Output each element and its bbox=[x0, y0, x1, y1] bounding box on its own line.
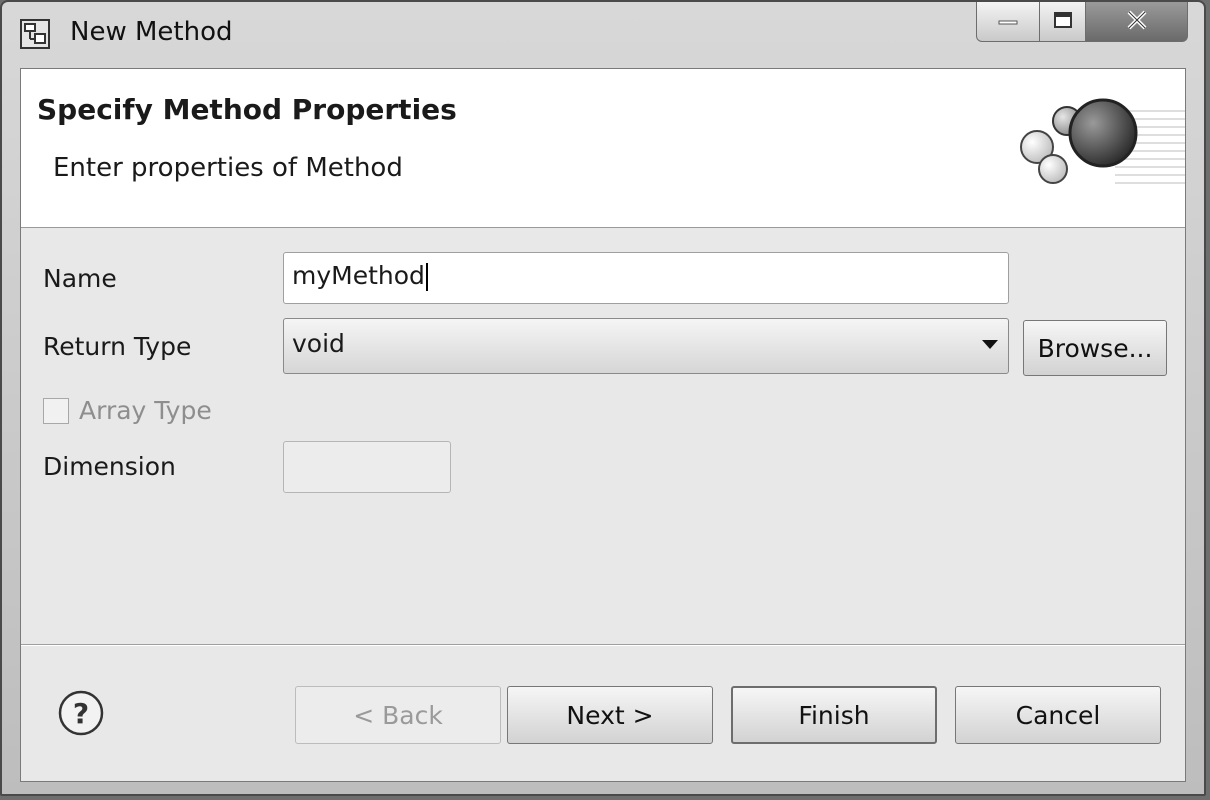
name-input[interactable]: myMethod bbox=[283, 252, 1009, 304]
minimize-icon bbox=[997, 12, 1019, 31]
text-caret bbox=[425, 263, 428, 291]
title-bar[interactable]: New Method bbox=[2, 2, 1204, 68]
footer-separator bbox=[21, 644, 1185, 646]
dialog-content: Specify Method Properties Enter properti… bbox=[20, 68, 1186, 782]
window-title: New Method bbox=[70, 17, 233, 47]
return-type-label: Return Type bbox=[43, 332, 192, 361]
name-label: Name bbox=[43, 264, 117, 293]
back-button[interactable]: < Back bbox=[295, 686, 501, 744]
name-input-value: myMethod bbox=[292, 261, 425, 290]
spheres-wizard-icon bbox=[1015, 91, 1185, 201]
window-controls bbox=[976, 2, 1188, 42]
maximize-button[interactable] bbox=[1040, 2, 1086, 42]
banner-title: Specify Method Properties bbox=[37, 93, 457, 126]
help-icon[interactable]: ? bbox=[57, 689, 105, 737]
return-type-value: void bbox=[292, 329, 345, 358]
close-button[interactable] bbox=[1086, 2, 1188, 42]
finish-button[interactable]: Finish bbox=[731, 686, 937, 744]
array-type-label: Array Type bbox=[79, 396, 212, 425]
return-type-combo[interactable]: void bbox=[283, 318, 1009, 374]
banner-subtitle: Enter properties of Method bbox=[53, 153, 403, 183]
wizard-banner: Specify Method Properties Enter properti… bbox=[21, 69, 1185, 228]
dimension-input[interactable] bbox=[283, 441, 451, 493]
chevron-down-icon bbox=[982, 340, 998, 349]
maximize-icon bbox=[1053, 11, 1073, 33]
new-method-dialog: New Method Specify Method Properties Ent… bbox=[0, 0, 1206, 796]
next-button[interactable]: Next > bbox=[507, 686, 713, 744]
cancel-button[interactable]: Cancel bbox=[955, 686, 1161, 744]
close-icon bbox=[1124, 9, 1150, 35]
svg-text:?: ? bbox=[73, 697, 89, 730]
dimension-label: Dimension bbox=[43, 452, 176, 481]
method-form: Name myMethod Return Type void Browse...… bbox=[21, 228, 1185, 644]
minimize-button[interactable] bbox=[976, 2, 1040, 42]
browse-button[interactable]: Browse... bbox=[1023, 320, 1167, 376]
method-wizard-icon bbox=[20, 19, 50, 49]
array-type-checkbox[interactable] bbox=[43, 398, 69, 424]
